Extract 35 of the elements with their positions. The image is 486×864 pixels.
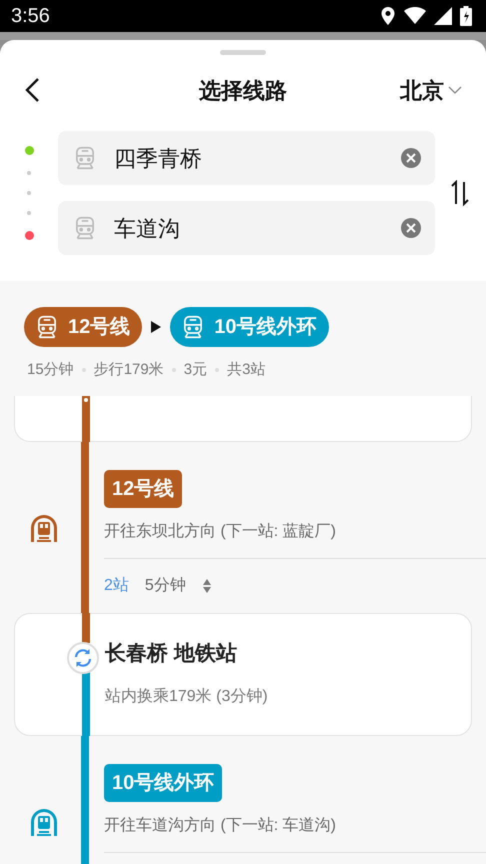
duration-text: 5分钟 — [144, 576, 186, 596]
expand-icon[interactable] — [202, 578, 212, 594]
drag-handle[interactable] — [220, 50, 266, 55]
line-chip: 12号线 — [24, 307, 142, 347]
metro-icon — [30, 808, 58, 836]
line-chip: 10号线外环 — [170, 307, 328, 347]
line-badge: 10号线外环 — [104, 764, 222, 802]
signal-icon — [434, 7, 452, 25]
metro-icon — [30, 514, 58, 542]
location-icon — [380, 6, 396, 26]
chevron-down-icon — [448, 85, 462, 95]
route-stat: 共3站 — [227, 360, 266, 380]
transfer-icon — [73, 648, 93, 668]
clear-icon[interactable] — [401, 218, 421, 238]
direction-text: 开往东坝北方向 (下一站: 蓝靛厂) — [104, 522, 337, 542]
direction-text: 开往车道沟方向 (下一站: 车道沟) — [104, 816, 337, 836]
clear-icon[interactable] — [401, 148, 421, 168]
route-stat: 3元 — [184, 360, 208, 380]
arrow-right-icon — [150, 320, 162, 334]
status-time: 3:56 — [11, 4, 50, 29]
page-title: 选择线路 — [199, 76, 287, 104]
swap-button[interactable] — [451, 180, 469, 206]
route-stat: 15分钟 — [27, 360, 74, 380]
station-field[interactable]: 四季青桥 — [58, 131, 435, 185]
city-selector[interactable]: 北京 — [400, 74, 462, 106]
battery-icon — [460, 6, 472, 26]
line-badge: 12号线 — [104, 470, 182, 508]
wifi-icon — [404, 7, 426, 25]
station-name: 长春桥 地铁站 — [105, 640, 238, 666]
station-field[interactable]: 车道沟 — [58, 201, 435, 255]
swap-icon — [451, 180, 469, 206]
back-icon — [24, 77, 40, 103]
route-stat: 步行179米 — [94, 360, 164, 380]
transfer-note: 站内换乘179米 (3分钟) — [105, 686, 269, 707]
back-button[interactable] — [24, 77, 40, 103]
